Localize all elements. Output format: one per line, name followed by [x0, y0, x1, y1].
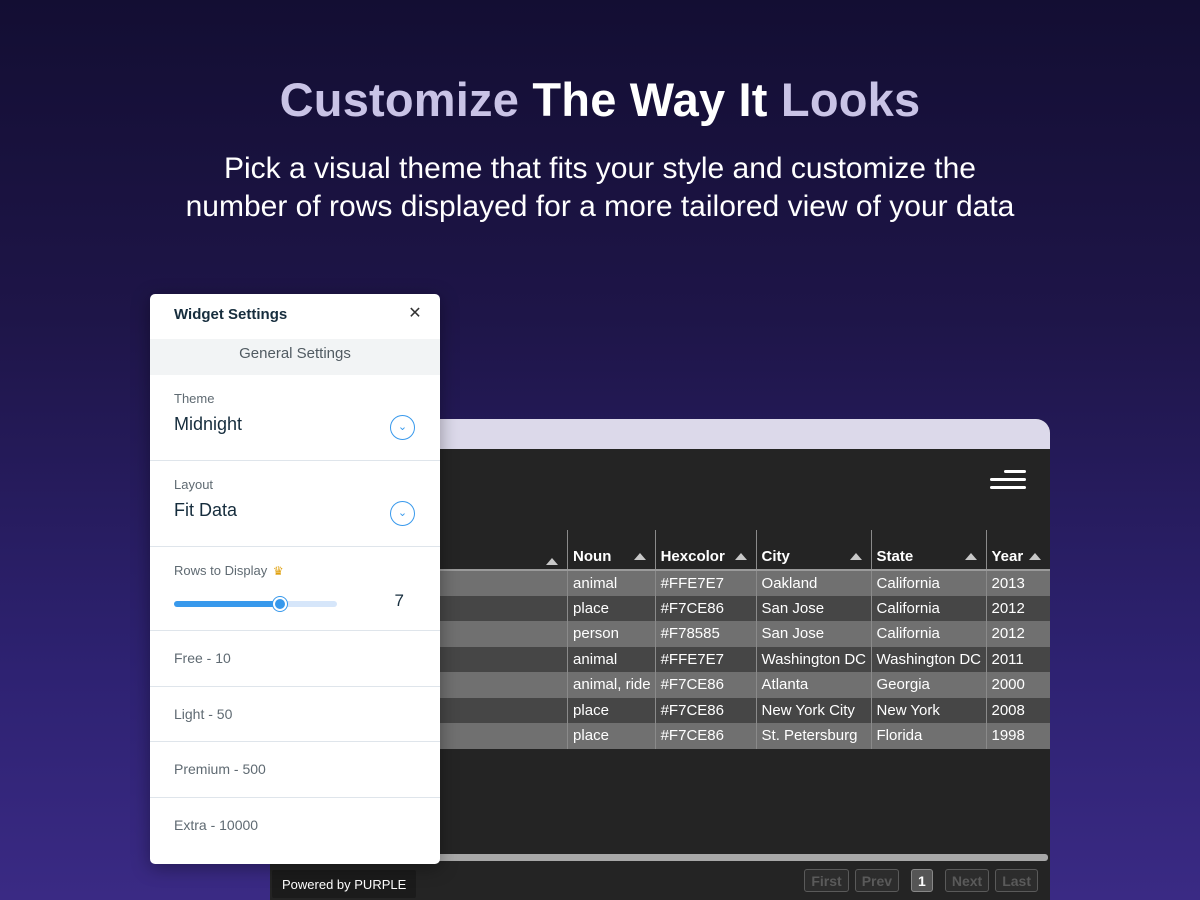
chevron-down-icon[interactable]: ⌄ — [390, 501, 415, 526]
table-cell: New York City — [755, 697, 872, 723]
column-header-label: State — [876, 548, 914, 565]
column-header-label: Noun — [573, 548, 612, 565]
current-page-button[interactable]: 1 — [911, 869, 933, 892]
table-cell: animal — [567, 570, 656, 596]
sort-arrow-icon[interactable] — [849, 553, 862, 560]
hero-subtitle-line2: number of rows displayed for a more tail… — [185, 190, 1015, 223]
powered-by-badge[interactable]: Powered by PURPLE — [272, 870, 417, 898]
table-cell: 2012 — [985, 595, 1050, 621]
panel-title: Widget Settings — [174, 306, 288, 323]
column-header-label: City — [761, 548, 790, 565]
table-cell: Georgia — [870, 672, 986, 698]
widget-settings-panel: Widget Settings ✕ General Settings Theme… — [150, 294, 440, 864]
table-cell: animal — [567, 646, 656, 672]
next-page-button[interactable]: Next — [944, 869, 990, 892]
hero-title: Customize The Way It Looks — [0, 72, 1200, 127]
slider-handle[interactable] — [272, 597, 287, 611]
sort-arrow-icon[interactable] — [964, 553, 977, 560]
layout-label: Layout — [174, 477, 214, 492]
sort-arrow-icon[interactable] — [633, 553, 646, 560]
column-header[interactable]: Noun — [567, 530, 656, 571]
theme-dropdown[interactable]: Theme Midnight ⌄ — [150, 375, 440, 461]
table-cell: #FFE7E7 — [654, 646, 757, 672]
table-cell: animal, ride — [567, 672, 656, 698]
column-header-label: Hexcolor — [660, 548, 725, 565]
table-cell: St. Petersburg — [755, 723, 872, 749]
table-cell: California — [870, 570, 986, 596]
general-settings-heading: General Settings — [150, 339, 440, 375]
table-cell: 2012 — [985, 621, 1050, 647]
hamburger-menu-icon[interactable] — [990, 470, 1026, 490]
first-page-button[interactable]: First — [804, 869, 849, 892]
table-cell: place — [567, 697, 656, 723]
prev-page-button[interactable]: Prev — [854, 869, 900, 892]
table-cell: #F7CE86 — [654, 672, 757, 698]
last-page-button[interactable]: Last — [995, 869, 1038, 892]
table-cell: 2000 — [985, 672, 1050, 698]
rows-slider[interactable] — [174, 597, 337, 611]
table-cell: New York — [870, 697, 986, 723]
column-header-label: Year — [991, 548, 1024, 565]
table-cell: #F7CE86 — [654, 595, 757, 621]
hero-title-part2: The Way It — [532, 73, 768, 126]
table-cell: 2011 — [985, 646, 1050, 672]
table-cell: Washington DC — [870, 646, 986, 672]
table-cell: San Jose — [755, 621, 872, 647]
table-cell: 1998 — [985, 723, 1050, 749]
table-cell: California — [870, 621, 986, 647]
table-cell: 2008 — [985, 697, 1050, 723]
theme-value: Midnight — [174, 414, 243, 434]
sort-arrow-icon[interactable] — [546, 558, 559, 565]
slider-fill — [174, 601, 280, 607]
table-cell: #F7CE86 — [654, 723, 757, 749]
table-cell: person — [567, 621, 656, 647]
rows-value: 7 — [394, 591, 404, 610]
column-header[interactable]: State — [870, 530, 986, 571]
close-icon[interactable]: ✕ — [406, 305, 424, 323]
table-cell: Atlanta — [755, 672, 872, 698]
pagination: First Prev 1 Next Last — [804, 869, 1038, 892]
column-header[interactable]: City — [755, 530, 872, 571]
table-cell: #F7CE86 — [654, 697, 757, 723]
table-cell: #F78585 — [654, 621, 757, 647]
layout-value: Fit Data — [174, 500, 238, 520]
panel-header: Widget Settings ✕ — [150, 294, 440, 339]
table-cell: Washington DC — [755, 646, 872, 672]
column-header[interactable]: Year — [985, 530, 1050, 571]
hero-title-part1: Customize — [279, 73, 520, 126]
sort-arrow-icon[interactable] — [734, 553, 747, 560]
table-cell: Oakland — [755, 570, 872, 596]
table-cell: place — [567, 723, 656, 749]
table-cell: 2013 — [985, 570, 1050, 596]
plan-option-free[interactable]: Free - 10 — [150, 631, 440, 687]
table-cell: place — [567, 595, 656, 621]
layout-dropdown[interactable]: Layout Fit Data ⌄ — [150, 461, 440, 547]
plan-option-light[interactable]: Light - 50 — [150, 687, 440, 742]
table-cell: #FFE7E7 — [654, 570, 757, 596]
hero-title-part3: Looks — [780, 73, 921, 126]
rows-to-display: Rows to Display ♛ 7 — [150, 547, 440, 631]
chevron-down-icon[interactable]: ⌄ — [390, 415, 415, 440]
sort-arrow-icon[interactable] — [1029, 553, 1041, 560]
table-cell: San Jose — [755, 595, 872, 621]
hero-subtitle: Pick a visual theme that fits your style… — [0, 150, 1200, 226]
theme-label: Theme — [174, 391, 215, 406]
table-cell: California — [870, 595, 986, 621]
hero-subtitle-line1: Pick a visual theme that fits your style… — [223, 152, 976, 185]
table-cell: Florida — [870, 723, 986, 749]
plan-option-premium[interactable]: Premium - 500 — [150, 742, 440, 798]
plan-option-extra[interactable]: Extra - 10000 — [150, 798, 440, 854]
column-header[interactable]: Hexcolor — [654, 530, 757, 571]
crown-icon: ♛ — [272, 564, 284, 578]
rows-label: Rows to Display — [174, 563, 268, 578]
